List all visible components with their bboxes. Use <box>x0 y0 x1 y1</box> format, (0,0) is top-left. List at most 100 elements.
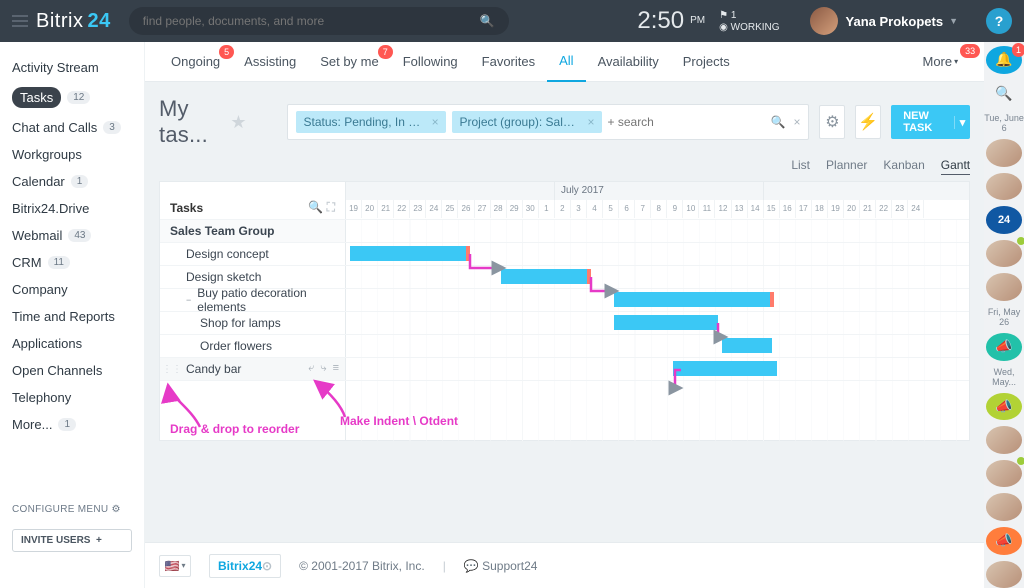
search-icon[interactable]: 🔍 <box>480 14 495 28</box>
outdent-icon[interactable]: ⤶ <box>308 362 314 375</box>
online-dot-icon <box>1017 237 1024 245</box>
filter-bar[interactable]: Status: Pending, In progr…× Project (gro… <box>287 104 810 140</box>
sidebar-item-tasks[interactable]: Tasks12 <box>0 81 144 114</box>
gantt-bar[interactable] <box>501 269 591 284</box>
task-row[interactable]: Order flowers <box>160 335 346 357</box>
task-row[interactable]: Sales Team Group <box>160 220 346 242</box>
sidebar-item-bitrix24-drive[interactable]: Bitrix24.Drive <box>0 195 144 222</box>
sidebar-item-company[interactable]: Company <box>0 276 144 303</box>
rail-avatar[interactable] <box>986 460 1022 488</box>
sidebar-item-telephony[interactable]: Telephony <box>0 384 144 411</box>
configure-menu[interactable]: CONFIGURE MENU ⚙ <box>0 496 144 523</box>
new-task-dropdown[interactable]: ▾ <box>954 116 970 129</box>
view-planner[interactable]: Planner <box>826 158 867 175</box>
invite-users-button[interactable]: INVITE USERS + <box>12 529 132 552</box>
timeline-row[interactable] <box>346 335 969 357</box>
notifications-icon[interactable]: 🔔1 <box>986 46 1022 74</box>
rail-avatar[interactable] <box>986 493 1022 521</box>
tab-favorites[interactable]: Favorites <box>470 42 547 82</box>
timeline-row[interactable] <box>346 266 969 288</box>
timeline-row[interactable] <box>346 312 969 334</box>
timeline-row[interactable] <box>346 220 969 242</box>
search-icon[interactable]: 🔍 <box>771 115 786 129</box>
bitrix24-link[interactable]: Bitrix24⊙ <box>209 554 281 578</box>
sidebar-item-more-[interactable]: More...1 <box>0 411 144 438</box>
sidebar-item-label: Open Channels <box>12 363 102 378</box>
new-task-button[interactable]: NEW TASK ▾ <box>891 105 970 139</box>
rail-avatar[interactable] <box>986 273 1022 301</box>
chip-remove-icon[interactable]: × <box>432 115 438 129</box>
filter-chip-project[interactable]: Project (group): Sales Te…× <box>452 111 602 133</box>
rail-avatar[interactable] <box>986 139 1022 167</box>
settings-button[interactable]: ⚙ <box>819 105 845 139</box>
menu-toggle-icon[interactable] <box>12 15 28 27</box>
tab-set-by-me[interactable]: Set by me7 <box>308 42 391 82</box>
task-row[interactable]: Design concept <box>160 243 346 265</box>
rail-avatar[interactable] <box>986 240 1022 268</box>
sidebar-item-webmail[interactable]: Webmail43 <box>0 222 144 249</box>
fullscreen-icon[interactable]: ⛶ <box>327 200 335 214</box>
view-list[interactable]: List <box>791 158 810 175</box>
view-gantt[interactable]: Gantt <box>941 158 970 175</box>
brand-logo[interactable]: Bitrix 24 <box>36 10 111 33</box>
tab-assisting[interactable]: Assisting <box>232 42 308 82</box>
support-link[interactable]: 💬 Support24 <box>464 559 538 573</box>
sidebar-item-workgroups[interactable]: Workgroups <box>0 141 144 168</box>
sidebar-badge: 3 <box>103 121 121 134</box>
view-kanban[interactable]: Kanban <box>883 158 924 175</box>
task-row[interactable]: ⋮⋮Candy bar⤶⤷≡ <box>160 358 346 380</box>
rail-announcement-icon[interactable]: 📣 <box>986 333 1022 361</box>
clock[interactable]: 2:50 PM ⚑ 1 ◉ WORKING <box>637 7 779 35</box>
expand-toggle-icon[interactable]: − <box>186 295 191 305</box>
sidebar-item-activity-stream[interactable]: Activity Stream <box>0 54 144 81</box>
sidebar-item-crm[interactable]: CRM11 <box>0 249 144 276</box>
rail-avatar[interactable] <box>986 426 1022 454</box>
global-search[interactable]: 🔍 <box>129 7 509 35</box>
timeline-row[interactable] <box>346 358 969 380</box>
favorite-star-icon[interactable]: ★ <box>230 112 246 133</box>
tab-more[interactable]: More ▾ 33 <box>911 42 971 82</box>
sidebar-item-applications[interactable]: Applications <box>0 330 144 357</box>
gantt-bar[interactable] <box>614 315 718 330</box>
gantt-bar[interactable] <box>614 292 774 307</box>
sidebar-item-open-channels[interactable]: Open Channels <box>0 357 144 384</box>
timeline-row[interactable] <box>346 243 969 265</box>
help-button[interactable]: ? <box>986 8 1012 34</box>
global-search-input[interactable] <box>143 14 480 28</box>
day-cell: 21 <box>378 200 394 218</box>
outdent2-icon[interactable]: ⤷ <box>320 362 326 375</box>
right-rail: 🔔1🔍Tue, June 624Fri, May 26📣Wed, May...📣… <box>984 42 1024 588</box>
indent-icon[interactable]: ≡ <box>333 362 339 375</box>
tab-projects[interactable]: Projects <box>671 42 742 82</box>
rail-announcement-icon[interactable]: 📣 <box>986 527 1022 555</box>
tab-following[interactable]: Following <box>391 42 470 82</box>
tab-availability[interactable]: Availability <box>586 42 671 82</box>
sidebar-item-time-and-reports[interactable]: Time and Reports <box>0 303 144 330</box>
filter-chip-status[interactable]: Status: Pending, In progr…× <box>296 111 446 133</box>
task-row[interactable]: Design sketch <box>160 266 346 288</box>
chip-remove-icon[interactable]: × <box>588 115 594 129</box>
language-selector[interactable]: 🇺🇸 ▾ <box>159 555 191 577</box>
tab-all[interactable]: All <box>547 42 585 82</box>
user-menu[interactable]: Yana Prokopets ▼ <box>810 7 958 35</box>
gantt-bar[interactable] <box>722 338 772 353</box>
automation-button[interactable]: ⚡ <box>855 105 881 139</box>
sidebar-item-chat-and-calls[interactable]: Chat and Calls3 <box>0 114 144 141</box>
rail-search-icon[interactable]: 🔍 <box>986 80 1022 108</box>
filter-search-input[interactable] <box>608 115 763 129</box>
sidebar-item-calendar[interactable]: Calendar1 <box>0 168 144 195</box>
gantt-bar[interactable] <box>673 361 777 376</box>
search-icon[interactable]: 🔍 <box>308 200 323 214</box>
drag-handle-icon[interactable]: ⋮⋮ <box>162 364 182 375</box>
rail-b24-icon[interactable]: 24 <box>986 206 1022 234</box>
task-row[interactable]: Shop for lamps <box>160 312 346 334</box>
gantt-bar[interactable] <box>350 246 470 261</box>
task-row[interactable]: −Buy patio decoration elements <box>160 289 346 311</box>
timeline-row[interactable] <box>346 289 969 311</box>
clear-filter-icon[interactable]: × <box>793 115 800 129</box>
rail-announcement-icon[interactable]: 📣 <box>986 393 1022 421</box>
rail-avatar[interactable] <box>986 173 1022 201</box>
tab-ongoing[interactable]: Ongoing5 <box>159 42 232 82</box>
rail-avatar[interactable] <box>986 561 1022 588</box>
topbar: Bitrix 24 🔍 2:50 PM ⚑ 1 ◉ WORKING Yana P… <box>0 0 1024 42</box>
